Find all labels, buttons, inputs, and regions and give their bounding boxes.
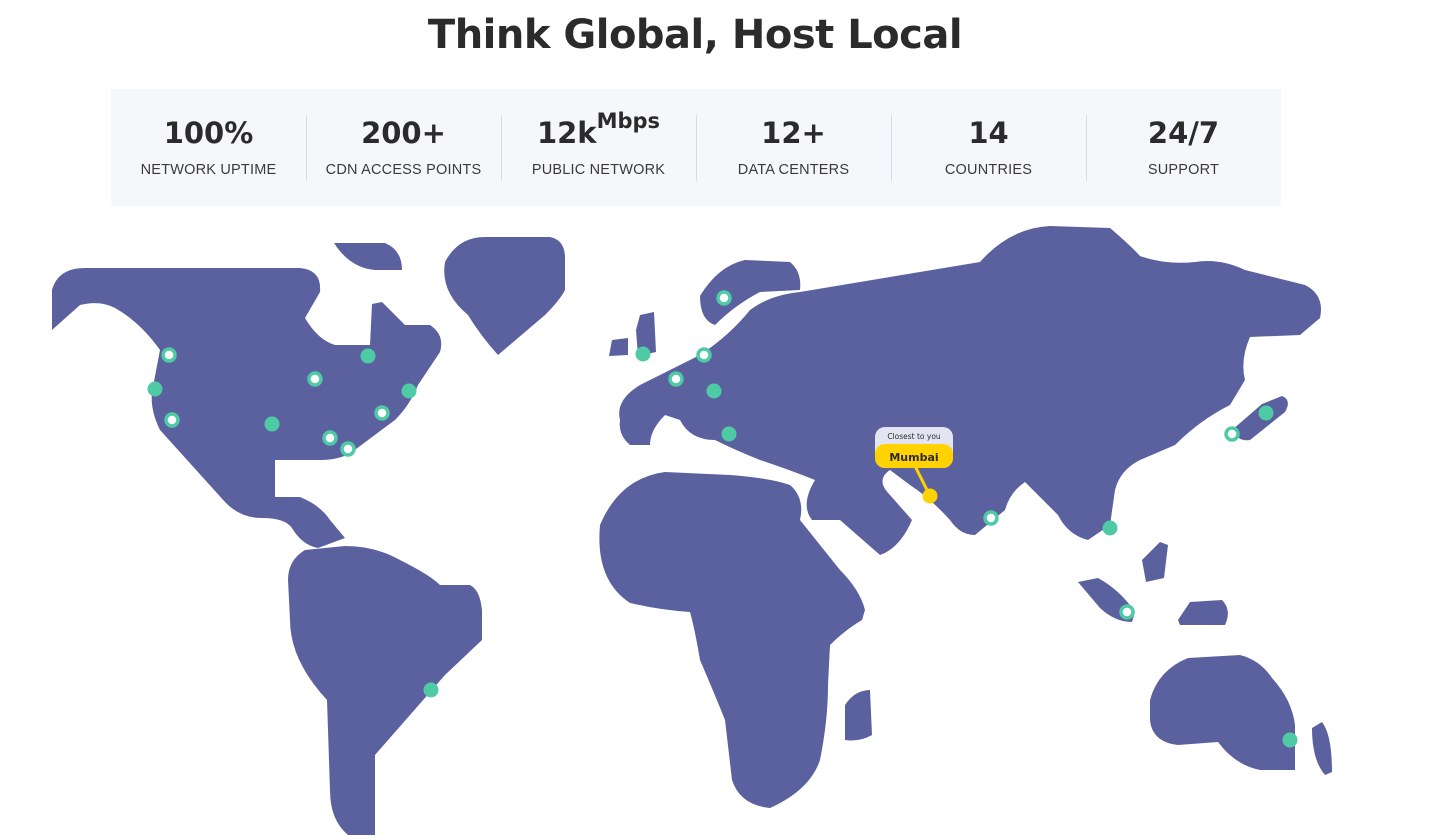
continent-australia <box>1150 655 1295 770</box>
location-ring <box>340 441 356 457</box>
location-dot <box>264 416 280 432</box>
location-ring <box>1119 604 1135 620</box>
location-ring <box>716 290 732 306</box>
location-ring <box>1224 426 1240 442</box>
location-ring <box>161 347 177 363</box>
continent-south-america <box>288 546 482 835</box>
world-map: Closest to you Mumbai <box>52 226 1332 835</box>
location-dot <box>1282 732 1298 748</box>
island-new-guinea <box>1178 600 1228 625</box>
island-borneo <box>1142 542 1168 582</box>
mumbai-marker <box>922 488 938 504</box>
location-dot <box>721 426 737 442</box>
continent-greenland <box>444 237 565 355</box>
island-japan <box>1232 396 1288 441</box>
location-ring <box>696 347 712 363</box>
location-dot <box>360 348 376 364</box>
location-ring <box>322 430 338 446</box>
location-dot <box>423 682 439 698</box>
location-dot <box>635 346 651 362</box>
island-arctic <box>334 243 402 270</box>
location-ring <box>164 412 180 428</box>
location-dot <box>1102 520 1118 536</box>
location-ring <box>983 510 999 526</box>
location-ring <box>668 371 684 387</box>
island-new-zealand <box>1312 722 1332 775</box>
location-dot <box>1258 405 1274 421</box>
island-madagascar <box>845 690 872 741</box>
location-dot <box>401 383 417 399</box>
tooltip-caption: Closest to you <box>887 432 941 441</box>
location-dot <box>147 381 163 397</box>
location-ring <box>374 405 390 421</box>
location-dot <box>706 383 722 399</box>
location-ring <box>307 371 323 387</box>
tooltip-city: Mumbai <box>889 451 938 464</box>
continent-africa <box>599 472 865 808</box>
island-ireland <box>609 338 628 356</box>
